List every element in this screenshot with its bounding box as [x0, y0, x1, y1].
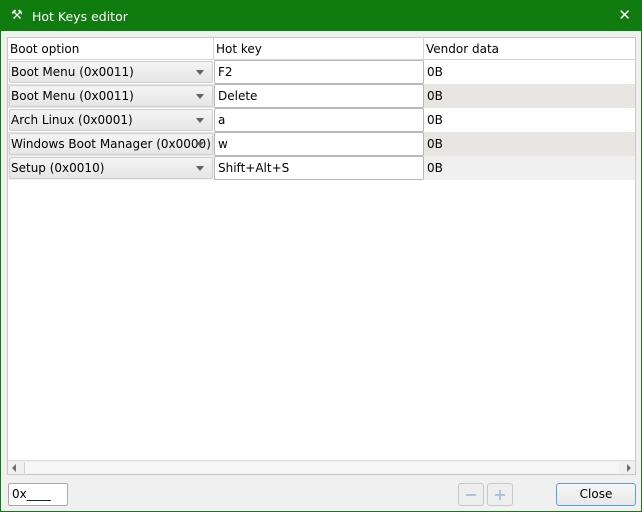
table-row: Boot Menu (0x0011) Delete 0B — [8, 84, 635, 108]
table-header: Boot option Hot key Vendor data — [8, 38, 635, 60]
title-bar: ⚒ Hot Keys editor ✕ — [1, 1, 641, 31]
boot-option-value: Windows Boot Manager (0x0000) — [11, 137, 211, 151]
boot-option-value: Boot Menu (0x0011) — [11, 65, 134, 79]
chevron-down-icon[interactable] — [196, 142, 204, 147]
hex-input[interactable]: 0x____ — [8, 483, 68, 506]
hot-key-cell: Delete — [214, 84, 424, 108]
vendor-data-cell[interactable]: 0B — [424, 156, 635, 180]
boot-option-cell: Setup (0x0010) — [8, 156, 214, 180]
scroll-right-icon[interactable] — [627, 464, 631, 472]
tools-icon: ⚒ — [11, 8, 23, 23]
boot-option-cell: Arch Linux (0x0001) — [8, 108, 214, 132]
chevron-down-icon[interactable] — [196, 166, 204, 171]
hot-key-input[interactable]: Shift+Alt+S — [214, 156, 424, 180]
hot-key-cell: Shift+Alt+S — [214, 156, 424, 180]
vendor-data-cell[interactable]: 0B — [424, 84, 635, 108]
vendor-data-cell[interactable]: 0B — [424, 132, 635, 156]
close-icon[interactable]: ✕ — [618, 7, 631, 23]
boot-option-dropdown[interactable]: Boot Menu (0x0011) — [9, 85, 213, 107]
scroll-left-icon[interactable] — [12, 464, 16, 472]
boot-option-dropdown[interactable]: Boot Menu (0x0011) — [9, 61, 213, 83]
add-button[interactable]: + — [487, 483, 513, 506]
hot-key-cell: a — [214, 108, 424, 132]
horizontal-scrollbar[interactable] — [8, 460, 635, 474]
hot-keys-table: Boot option Hot key Vendor data Boot Men… — [7, 37, 636, 475]
column-header-vendor-data[interactable]: Vendor data — [424, 38, 635, 60]
table-row: Boot Menu (0x0011) F2 0B — [8, 60, 635, 84]
scrollbar-thumb[interactable] — [24, 462, 619, 473]
plus-icon: + — [493, 485, 507, 504]
hot-keys-editor-window: ⚒ Hot Keys editor ✕ Boot option Hot key … — [0, 0, 642, 512]
boot-option-dropdown[interactable]: Arch Linux (0x0001) — [9, 109, 213, 131]
hot-key-input[interactable]: Delete — [214, 84, 424, 108]
boot-option-value: Setup (0x0010) — [11, 161, 105, 175]
boot-option-cell: Boot Menu (0x0011) — [8, 60, 214, 84]
hot-key-input[interactable]: F2 — [214, 60, 424, 84]
window-title: Hot Keys editor — [32, 8, 128, 24]
boot-option-value: Arch Linux (0x0001) — [11, 113, 133, 127]
remove-button[interactable]: − — [458, 483, 484, 506]
boot-option-cell: Boot Menu (0x0011) — [8, 84, 214, 108]
chevron-down-icon[interactable] — [196, 70, 204, 75]
minus-icon: − — [464, 485, 478, 504]
vendor-data-cell[interactable]: 0B — [424, 108, 635, 132]
table-row: Arch Linux (0x0001) a 0B — [8, 108, 635, 132]
table-row: Windows Boot Manager (0x0000) w 0B — [8, 132, 635, 156]
boot-option-dropdown[interactable]: Windows Boot Manager (0x0000) — [9, 133, 213, 155]
hot-key-input[interactable]: a — [214, 108, 424, 132]
close-button[interactable]: Close — [556, 483, 636, 506]
column-header-boot-option[interactable]: Boot option — [8, 38, 214, 60]
boot-option-value: Boot Menu (0x0011) — [11, 89, 134, 103]
column-header-hot-key[interactable]: Hot key — [214, 38, 424, 60]
boot-option-dropdown[interactable]: Setup (0x0010) — [9, 157, 213, 179]
table-row: Setup (0x0010) Shift+Alt+S 0B — [8, 156, 635, 180]
boot-option-cell: Windows Boot Manager (0x0000) — [8, 132, 214, 156]
vendor-data-cell[interactable]: 0B — [424, 60, 635, 84]
hot-key-input[interactable]: w — [214, 132, 424, 156]
hot-key-cell: w — [214, 132, 424, 156]
chevron-down-icon[interactable] — [196, 94, 204, 99]
chevron-down-icon[interactable] — [196, 118, 204, 123]
hot-key-cell: F2 — [214, 60, 424, 84]
